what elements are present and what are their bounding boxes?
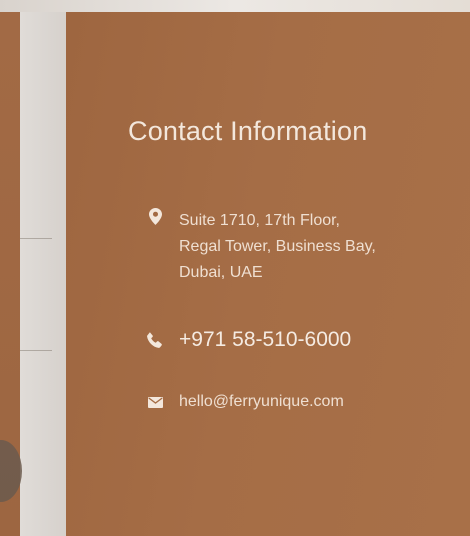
contact-information-panel: Contact Information Suite 1710, 17th Flo… [66, 12, 470, 536]
contact-title: Contact Information [128, 116, 368, 146]
address-row: Suite 1710, 17th Floor, Regal Tower, Bus… [146, 208, 376, 286]
form-field-divider [20, 350, 52, 351]
address-line: Regal Tower, Business Bay, [179, 238, 376, 255]
envelope-icon [146, 396, 164, 408]
map-pin-icon [146, 208, 164, 225]
top-strip [0, 0, 470, 12]
address-line: Dubai, UAE [179, 264, 263, 281]
email-address[interactable]: hello@ferryunique.com [179, 393, 344, 411]
phone-row[interactable]: +971 58-510-6000 [146, 328, 351, 352]
email-row[interactable]: hello@ferryunique.com [146, 393, 344, 411]
address-text: Suite 1710, 17th Floor, Regal Tower, Bus… [179, 208, 376, 286]
phone-icon [146, 332, 164, 348]
left-form-edge [20, 12, 66, 536]
form-field-divider [20, 238, 52, 239]
address-line: Suite 1710, 17th Floor, [179, 212, 340, 229]
phone-number[interactable]: +971 58-510-6000 [179, 328, 351, 352]
